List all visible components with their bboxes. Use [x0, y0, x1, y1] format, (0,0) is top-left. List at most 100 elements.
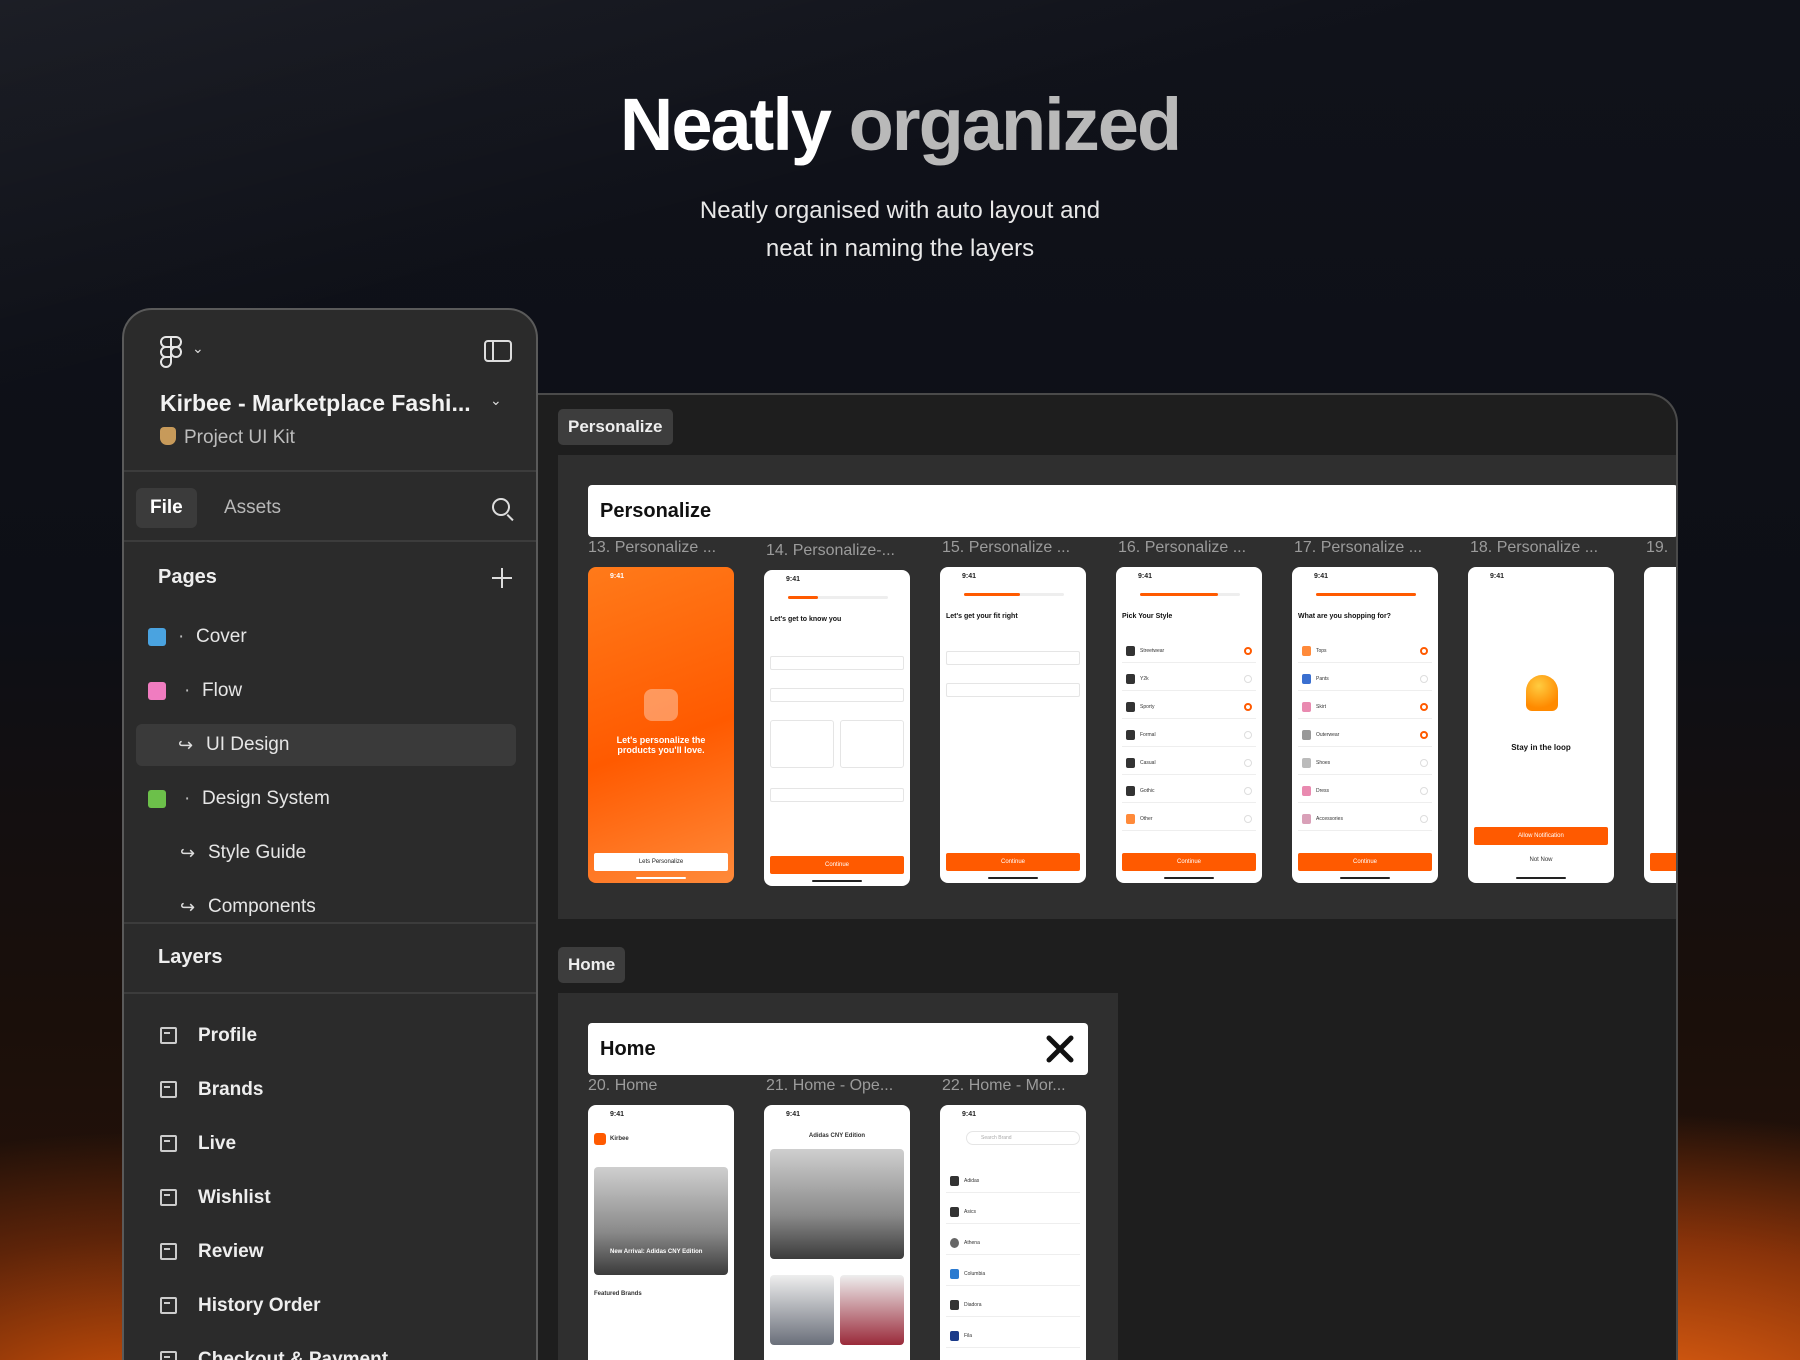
- gender-male-option[interactable]: [770, 720, 834, 768]
- progress-bar: [1316, 593, 1416, 596]
- frame-label[interactable]: 21. Home - Ope...: [766, 1077, 893, 1095]
- screen-16-personalize[interactable]: 9:41 Pick Your Style Streetwear Y2k Spor…: [1116, 567, 1262, 883]
- style-option[interactable]: Sporty: [1122, 695, 1256, 719]
- page-item-style-guide[interactable]: ↪ Style Guide: [136, 832, 516, 874]
- file-subtitle: Project UI Kit: [160, 427, 295, 449]
- layer-label: Brands: [198, 1079, 264, 1100]
- frame-label[interactable]: 16. Personalize ...: [1118, 539, 1246, 557]
- home-indicator: [988, 877, 1038, 879]
- gender-female-option[interactable]: [840, 720, 904, 768]
- product-photo[interactable]: [770, 1275, 834, 1345]
- height-field[interactable]: [946, 651, 1080, 665]
- status-time: 9:41: [962, 573, 977, 580]
- full-name-field[interactable]: [770, 656, 904, 670]
- page-item-flow[interactable]: · Flow: [136, 670, 516, 712]
- category-option[interactable]: Skirt: [1298, 695, 1432, 719]
- category-option[interactable]: Shoes: [1298, 751, 1432, 775]
- brand-row[interactable]: Diadora: [946, 1293, 1080, 1317]
- hero-title-part1: Neatly: [619, 83, 832, 166]
- brand-search-input[interactable]: Search Brand: [966, 1131, 1080, 1145]
- file-title[interactable]: Kirbee - Marketplace Fashi...: [160, 390, 471, 417]
- frame-icon: [160, 1027, 177, 1044]
- subpage-arrow-icon: ↪: [178, 735, 194, 755]
- page-item-label: Flow: [202, 680, 243, 701]
- screen-14-personalize[interactable]: 9:41 Let's get to know you Continue: [764, 570, 910, 886]
- frame-icon: [160, 1081, 177, 1098]
- tab-file[interactable]: File: [136, 488, 197, 528]
- style-option[interactable]: Gothic: [1122, 779, 1256, 803]
- divider: [124, 922, 536, 924]
- section-tag-home[interactable]: Home: [558, 947, 626, 983]
- design-canvas[interactable]: Personalize Personalize 13. Personalize …: [538, 393, 1678, 1360]
- layer-label: History Order: [198, 1295, 321, 1316]
- frame-label[interactable]: 13. Personalize ...: [588, 539, 716, 557]
- figma-icon[interactable]: [160, 336, 182, 368]
- layer-label: Live: [198, 1133, 237, 1154]
- frame-label[interactable]: 15. Personalize ...: [942, 539, 1070, 557]
- brand-row[interactable]: Athena: [946, 1231, 1080, 1255]
- screen-18-personalize[interactable]: 9:41 Stay in the loop Allow Notification…: [1468, 567, 1614, 883]
- frame-label[interactable]: 19.: [1646, 539, 1668, 557]
- username-field[interactable]: [770, 688, 904, 702]
- brand-row[interactable]: Fila: [946, 1324, 1080, 1348]
- brand-row[interactable]: Adidas: [946, 1169, 1080, 1193]
- status-time: 9:41: [1314, 573, 1329, 580]
- tab-assets[interactable]: Assets: [210, 488, 295, 528]
- allow-notification-button[interactable]: Allow Notification: [1474, 827, 1608, 845]
- brand-row[interactable]: Columbia: [946, 1262, 1080, 1286]
- page-item-design-system[interactable]: · Design System: [136, 778, 516, 820]
- subpage-arrow-icon: ↪: [180, 843, 196, 863]
- screen-21-home[interactable]: 9:41 Adidas CNY Edition: [764, 1105, 910, 1360]
- frame-label[interactable]: 14. Personalize-...: [766, 542, 895, 560]
- frame-label[interactable]: 20. Home: [588, 1077, 657, 1095]
- category-option[interactable]: Outerwear: [1298, 723, 1432, 747]
- screen-20-home[interactable]: 9:41 Kirbee New Arrival: Adidas CNY Edit…: [588, 1105, 734, 1360]
- continue-button[interactable]: Continue: [1122, 853, 1256, 871]
- style-option[interactable]: Other: [1122, 807, 1256, 831]
- home-banner-text: New Arrival: Adidas CNY Edition: [610, 1249, 703, 1255]
- home-brand: Kirbee: [610, 1136, 629, 1142]
- style-option[interactable]: Streetwear: [1122, 639, 1256, 663]
- frame-label[interactable]: 22. Home - Mor...: [942, 1077, 1066, 1095]
- search-icon[interactable]: [492, 498, 510, 516]
- collection-photo[interactable]: [770, 1149, 904, 1259]
- progress-bar: [788, 596, 888, 599]
- category-option[interactable]: Pants: [1298, 667, 1432, 691]
- status-time: 9:41: [786, 1111, 801, 1118]
- style-option[interactable]: Y2k: [1122, 667, 1256, 691]
- frame-icon: [160, 1297, 177, 1314]
- continue-button[interactable]: Continue: [770, 856, 904, 874]
- hero-subtitle-line2: neat in naming the layers: [765, 235, 1035, 262]
- frame-label[interactable]: 18. Personalize ...: [1470, 539, 1598, 557]
- category-option[interactable]: Tops: [1298, 639, 1432, 663]
- main-menu-chevron-down-icon[interactable]: ⌄: [192, 340, 204, 357]
- frame-icon: [160, 1135, 177, 1152]
- file-menu-chevron-down-icon[interactable]: ⌄: [490, 392, 502, 409]
- screen-13-personalize[interactable]: 9:41 Let's personalize the products you'…: [588, 567, 734, 883]
- page-item-ui-design[interactable]: ↪ UI Design: [136, 724, 516, 766]
- product-photo[interactable]: [840, 1275, 904, 1345]
- category-option[interactable]: Accessories: [1298, 807, 1432, 831]
- screen-17-personalize[interactable]: 9:41 What are you shopping for? Tops Pan…: [1292, 567, 1438, 883]
- banner-photo[interactable]: [594, 1167, 728, 1275]
- section-tag-personalize[interactable]: Personalize: [558, 409, 673, 445]
- screen-22-home[interactable]: 9:41 Search Brand Adidas Asics Athena Co…: [940, 1105, 1086, 1360]
- style-option[interactable]: Formal: [1122, 723, 1256, 747]
- style-option[interactable]: Casual: [1122, 751, 1256, 775]
- category-option[interactable]: Dress: [1298, 779, 1432, 803]
- screen-15-personalize[interactable]: 9:41 Let's get your fit right Continue: [940, 567, 1086, 883]
- screen-19-personalize[interactable]: [1644, 567, 1676, 883]
- age-range-select[interactable]: [770, 788, 904, 802]
- brand-row[interactable]: Asics: [946, 1200, 1080, 1224]
- frame-label[interactable]: 17. Personalize ...: [1294, 539, 1422, 557]
- primary-button[interactable]: [1650, 853, 1676, 871]
- continue-button[interactable]: Continue: [1298, 853, 1432, 871]
- sidebar-toggle-icon[interactable]: [484, 340, 512, 362]
- add-page-plus-icon[interactable]: [492, 568, 512, 588]
- weight-field[interactable]: [946, 683, 1080, 697]
- not-now-link[interactable]: Not Now: [1468, 857, 1614, 863]
- lets-personalize-button[interactable]: Lets Personalize: [594, 853, 728, 871]
- page-item-cover[interactable]: · Cover: [136, 616, 516, 658]
- t-shirt-icon: [148, 628, 166, 646]
- continue-button[interactable]: Continue: [946, 853, 1080, 871]
